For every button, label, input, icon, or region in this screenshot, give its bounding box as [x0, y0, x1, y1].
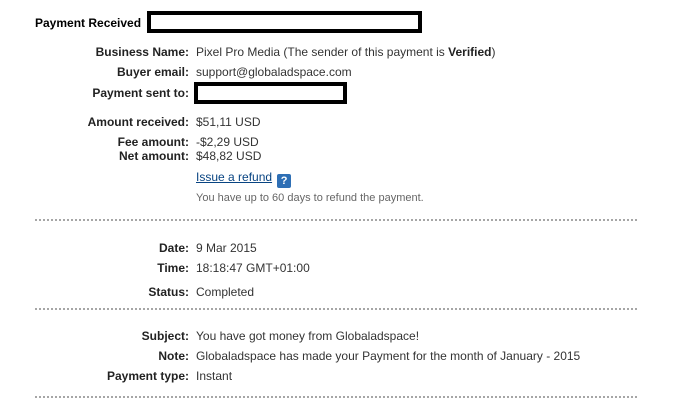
net-amount-label: Net amount: [119, 149, 189, 163]
amount-received-value: $51,11 USD [196, 115, 261, 129]
fee-amount-value: -$2,29 USD [196, 135, 259, 149]
section-divider [35, 219, 637, 221]
payment-details-page: Payment Received Business Name: Pixel Pr… [0, 0, 686, 417]
time-value: 18:18:47 GMT+01:00 [196, 261, 310, 275]
status-label: Status: [148, 285, 189, 299]
note-value: Globaladspace has made your Payment for … [196, 349, 581, 363]
time-label: Time: [157, 261, 189, 275]
business-name-label: Business Name: [95, 45, 189, 59]
payment-type-value: Instant [196, 369, 233, 383]
status-value: Completed [196, 285, 255, 299]
subject-value: You have got money from Globaladspace! [196, 329, 420, 343]
issue-refund-link[interactable]: Issue a refund [196, 170, 272, 184]
section-divider [35, 308, 637, 310]
verified-prefix: (The sender of this payment is [283, 45, 445, 59]
payment-sent-to-label: Payment sent to: [92, 86, 189, 100]
business-name-text: Pixel Pro Media [196, 45, 281, 59]
section-divider [35, 396, 637, 398]
verified-status: Verified [448, 45, 492, 59]
redacted-sender-box [147, 11, 422, 33]
amount-received-label: Amount received: [87, 115, 189, 129]
subject-label: Subject: [141, 329, 189, 343]
buyer-email-label: Buyer email: [116, 65, 189, 79]
date-value: 9 Mar 2015 [196, 241, 257, 255]
redacted-recipient-box [194, 82, 347, 104]
verified-suffix: ) [491, 45, 496, 59]
payment-type-label: Payment type: [106, 369, 189, 383]
business-name-value: Pixel Pro Media (The sender of this paym… [196, 45, 496, 59]
refund-row: Issue a refund? [196, 170, 292, 188]
page-title: Payment Received [35, 16, 142, 30]
fee-amount-label: Fee amount: [117, 135, 189, 149]
help-icon[interactable]: ? [277, 174, 292, 188]
net-amount-value: $48,82 USD [196, 149, 262, 163]
buyer-email-value: support@globaladspace.com [196, 65, 352, 79]
note-label: Note: [158, 349, 189, 363]
refund-note: You have up to 60 days to refund the pay… [196, 192, 424, 204]
date-label: Date: [158, 241, 189, 255]
